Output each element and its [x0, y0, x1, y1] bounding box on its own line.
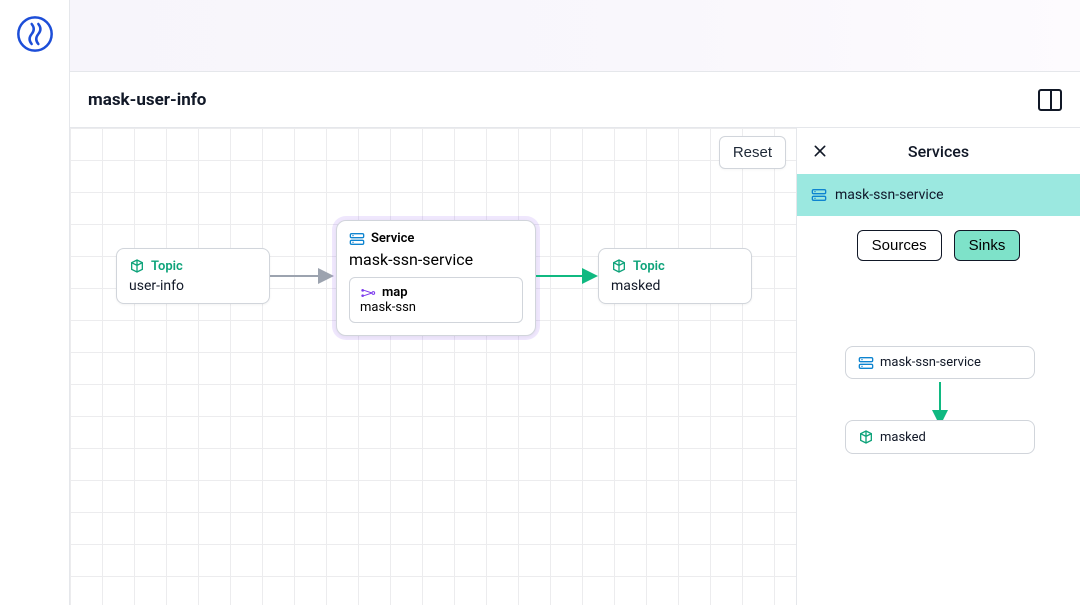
- brand-logo: [15, 14, 55, 54]
- left-rail: [0, 0, 70, 605]
- node-kind-text: Service: [371, 231, 414, 246]
- selected-service-name: mask-ssn-service: [835, 187, 944, 203]
- page-title: mask-user-info: [88, 90, 206, 110]
- node-kind-label: Service: [349, 231, 523, 246]
- node-name-text: user-info: [129, 278, 257, 294]
- mini-node-service[interactable]: mask-ssn-service: [845, 346, 1035, 379]
- service-icon: [811, 188, 827, 202]
- edge-userinfo-to-service: [270, 258, 340, 298]
- node-kind-label: Topic: [129, 258, 257, 274]
- pipeline-canvas[interactable]: Reset Topic user-info: [70, 128, 1080, 605]
- node-name-text: mask-ssn-service: [349, 250, 523, 269]
- side-panel-mini-graph: mask-ssn-service masked: [797, 274, 1080, 534]
- service-inner-map-node[interactable]: map mask-ssn: [349, 277, 523, 323]
- cube-icon: [858, 429, 874, 445]
- node-service-mask-ssn[interactable]: Service mask-ssn-service map mask-ssn: [336, 220, 536, 336]
- side-panel-tabs: Sources Sinks: [797, 216, 1080, 274]
- reset-button[interactable]: Reset: [719, 136, 786, 169]
- panel-toggle-icon[interactable]: [1038, 89, 1062, 111]
- tab-sinks[interactable]: Sinks: [954, 230, 1021, 261]
- node-name-text: masked: [611, 278, 739, 294]
- hero-banner: [70, 0, 1080, 72]
- inner-kind-label: map: [360, 285, 512, 300]
- close-button[interactable]: [809, 140, 831, 162]
- service-icon: [349, 232, 365, 246]
- title-bar: mask-user-info: [70, 72, 1080, 128]
- edge-service-to-masked: [536, 258, 606, 298]
- side-panel-title: Services: [908, 142, 969, 161]
- services-side-panel: Services mask-ssn-service Sources Sinks: [796, 128, 1080, 605]
- mini-node-from-label: mask-ssn-service: [880, 355, 981, 370]
- cube-icon: [129, 258, 145, 274]
- tab-sources[interactable]: Sources: [857, 230, 942, 261]
- node-kind-text: Topic: [151, 259, 183, 274]
- side-panel-header: Services: [797, 128, 1080, 174]
- service-icon: [858, 356, 874, 370]
- mini-node-to-label: masked: [880, 430, 926, 445]
- node-kind-label: Topic: [611, 258, 739, 274]
- node-kind-text: Topic: [633, 259, 665, 274]
- cube-icon: [611, 258, 627, 274]
- node-topic-masked[interactable]: Topic masked: [598, 248, 752, 304]
- map-icon: [360, 286, 376, 300]
- side-panel-selected-service[interactable]: mask-ssn-service: [797, 174, 1080, 216]
- inner-name-text: mask-ssn: [360, 300, 512, 315]
- mini-node-topic[interactable]: masked: [845, 420, 1035, 454]
- inner-kind-text: map: [382, 285, 408, 300]
- node-topic-user-info[interactable]: Topic user-info: [116, 248, 270, 304]
